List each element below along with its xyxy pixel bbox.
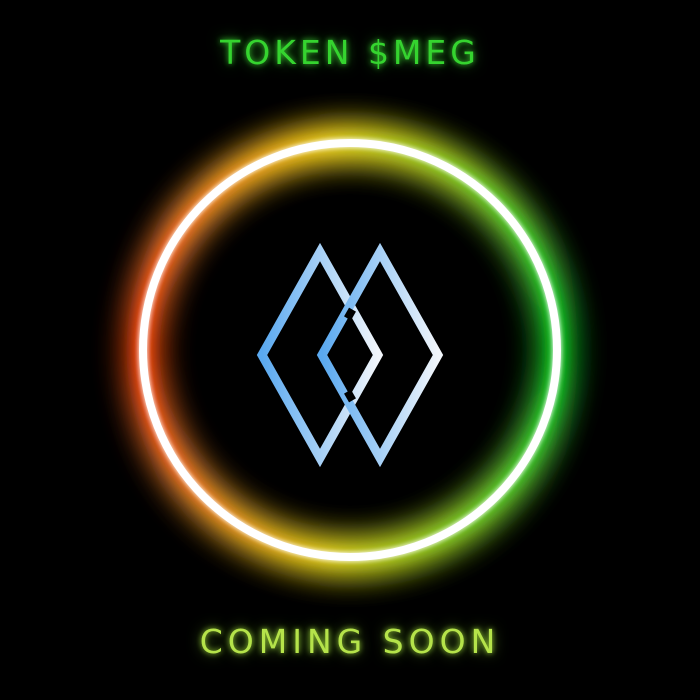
- subtitle: COMING SOON: [199, 622, 501, 661]
- neon-ring-logo: [126, 126, 574, 574]
- double-diamond-logo-icon: [256, 242, 444, 468]
- neon-ring: [138, 138, 562, 562]
